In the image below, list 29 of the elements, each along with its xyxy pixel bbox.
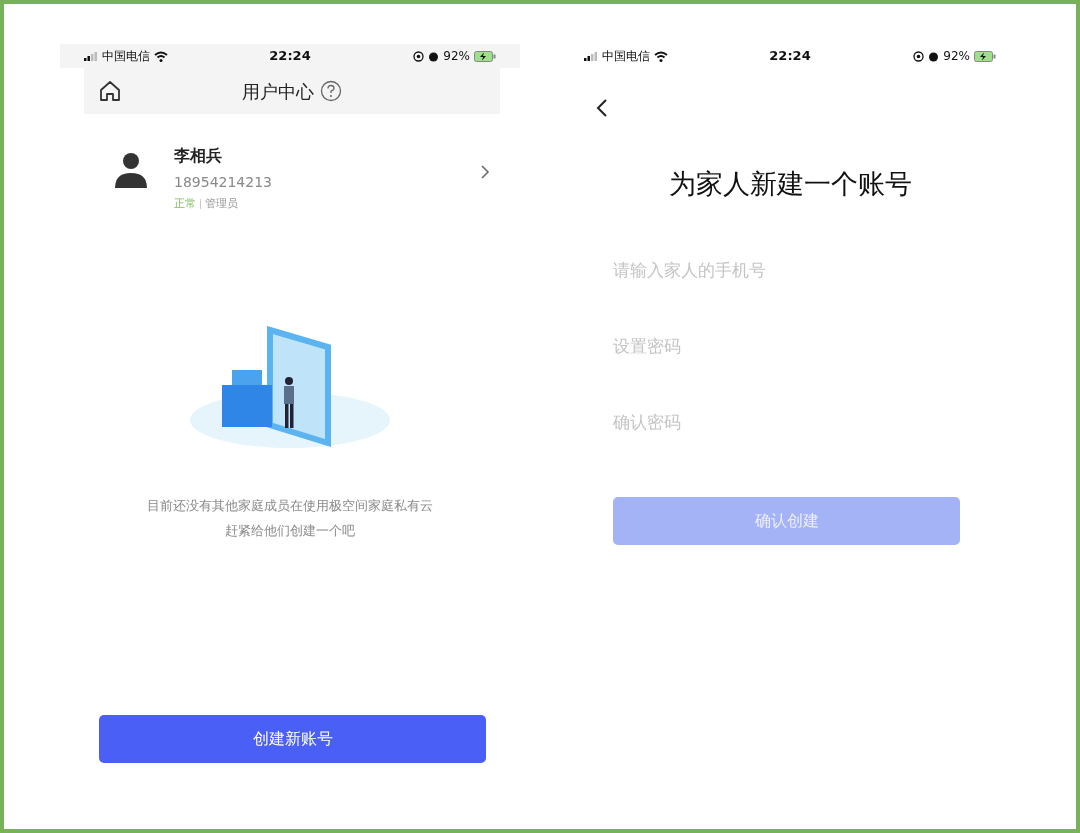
back-icon[interactable] (596, 98, 608, 118)
status-time: 22:24 (268, 47, 312, 66)
status-label: 正常 (174, 196, 196, 212)
user-name: 李相兵 (174, 145, 223, 167)
battery-percent: 92% (943, 48, 970, 65)
carrier-name: 中国电信 (602, 48, 650, 65)
empty-state-message: 目前还没有其他家庭成员在使用极空间家庭私有云 (146, 496, 434, 515)
page-title: 为家人新建一个账号 (667, 167, 913, 201)
page-title: 用户中心 (242, 79, 314, 104)
input-field[interactable]: 请输入家人的手机号 (613, 254, 953, 285)
battery-charging-icon (474, 50, 496, 62)
carrier-name: 中国电信 (102, 48, 150, 65)
signal-icon (584, 51, 598, 61)
wifi-icon (654, 50, 668, 62)
home-icon[interactable] (98, 79, 122, 103)
empty-state-message: 赶紧给他们创建一个吧 (224, 521, 356, 540)
status-time: 22:24 (768, 47, 812, 66)
create-account-button[interactable]: 创建新账号 (99, 714, 486, 763)
battery-percent: 92% (443, 48, 470, 65)
help-icon (320, 80, 342, 102)
avatar-icon (114, 152, 148, 188)
role-label: 管理员 (205, 196, 238, 212)
signal-icon (84, 51, 98, 61)
input-field[interactable]: 确认密码 (613, 406, 953, 437)
input-field[interactable]: 设置密码 (613, 330, 953, 361)
battery-charging-icon (974, 50, 996, 62)
phone-number: 18954214213 (174, 173, 273, 192)
wifi-icon (154, 50, 168, 62)
chevron-right-icon[interactable] (480, 164, 490, 180)
